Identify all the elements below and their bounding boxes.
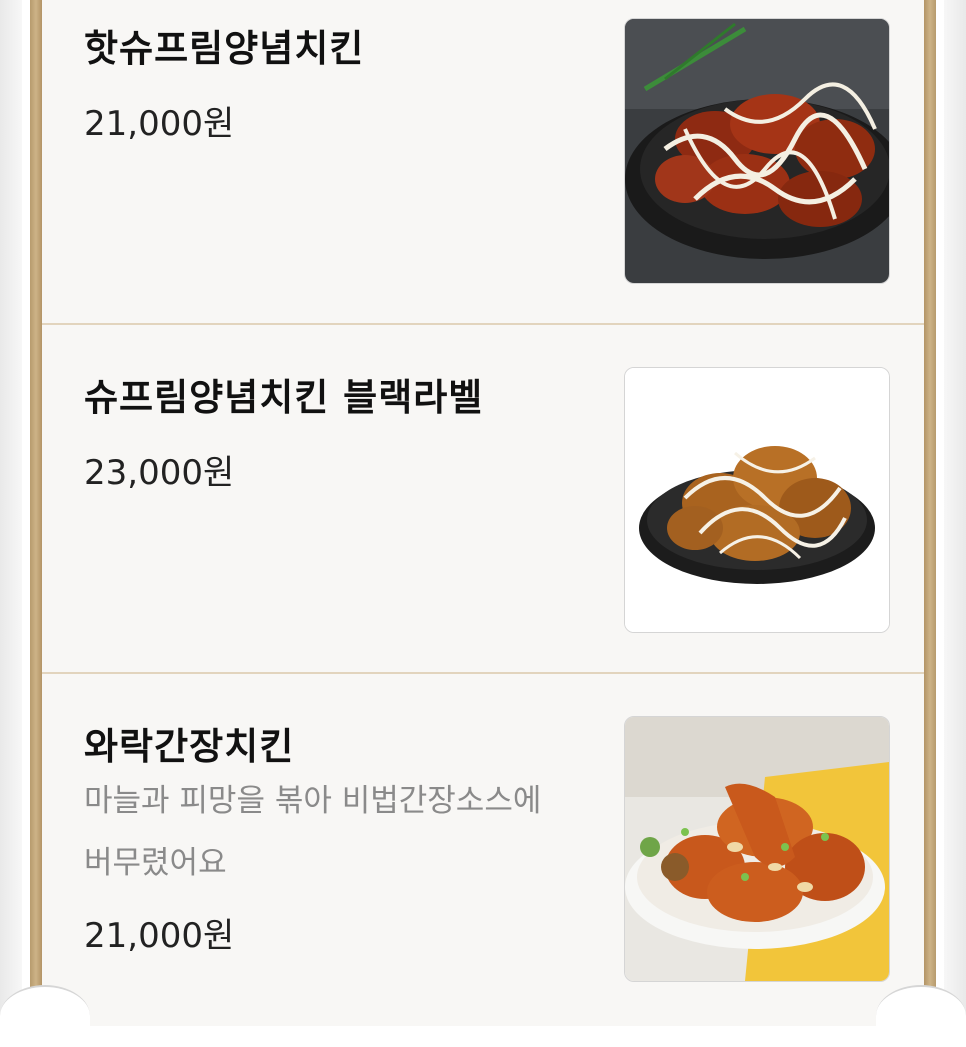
bottom-left-curl xyxy=(0,985,90,1047)
right-page-edge xyxy=(944,0,966,1026)
description-line: 마늘과 피망을 볶아 비법간장소스에 xyxy=(84,783,542,819)
chicken-photo-icon xyxy=(625,368,889,632)
bottom-right-curl xyxy=(876,985,966,1047)
menu-screen: 핫슈프림양념치킨 21,000원 슈프림양념치킨 블랙라벨 23,000원 와락… xyxy=(0,0,966,1047)
left-gold-border xyxy=(30,0,42,990)
right-gold-border xyxy=(924,0,936,990)
menu-item-hot-supreme[interactable]: 핫슈프림양념치킨 21,000원 xyxy=(42,0,924,324)
chicken-photo-icon xyxy=(625,19,889,283)
menu-item-name: 핫슈프림양념치킨 xyxy=(84,27,365,70)
supreme-black-label-chicken-photo[interactable] xyxy=(624,367,890,633)
menu-item-supreme-black-label[interactable]: 슈프림양념치킨 블랙라벨 23,000원 xyxy=(42,325,924,672)
left-page-edge xyxy=(0,0,22,1026)
menu-item-name: 와락간장치킨 xyxy=(84,725,295,768)
description-line: 버무렸어요 xyxy=(84,845,227,881)
menu-item-soy-garlic[interactable]: 와락간장치킨 마늘과 피망을 볶아 비법간장소스에 버무렸어요 21,000원 xyxy=(42,674,924,1026)
menu-item-price: 21,000원 xyxy=(84,916,235,956)
soy-garlic-chicken-photo[interactable] xyxy=(624,716,890,982)
menu-item-description: 마늘과 피망을 볶아 비법간장소스에 버무렸어요 xyxy=(84,770,614,894)
menu-list: 핫슈프림양념치킨 21,000원 슈프림양념치킨 블랙라벨 23,000원 와락… xyxy=(42,0,924,1026)
chicken-photo-icon xyxy=(625,717,889,981)
menu-item-price: 23,000원 xyxy=(84,453,235,493)
hot-supreme-chicken-photo[interactable] xyxy=(624,18,890,284)
menu-item-name: 슈프림양념치킨 블랙라벨 xyxy=(84,376,484,419)
menu-item-price: 21,000원 xyxy=(84,104,235,144)
